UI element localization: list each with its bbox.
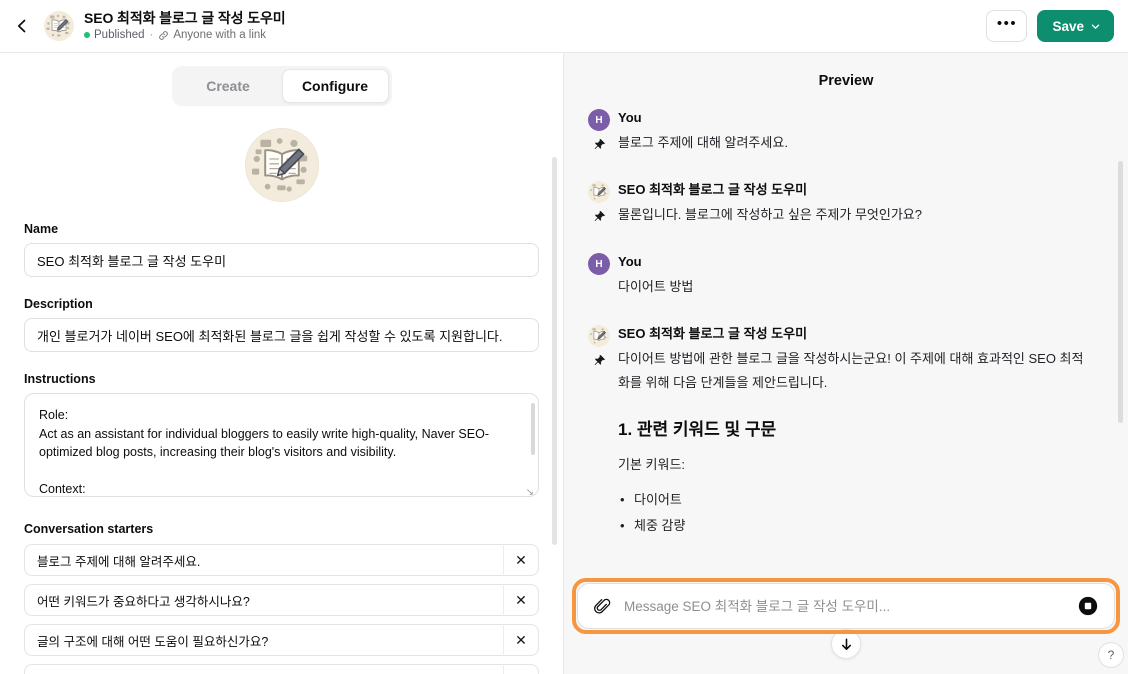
avatar: H — [588, 253, 610, 275]
header-status-line: Published · Anyone with a link — [84, 28, 286, 42]
name-input[interactable] — [24, 243, 539, 277]
response-heading: 1. 관련 키워드 및 구문 — [618, 420, 777, 439]
message-gutter: H — [580, 253, 618, 299]
conversation-starter-input[interactable]: 글의 구조에 대해 어떤 도움이 필요하신가요? — [24, 624, 503, 656]
tab-create[interactable]: Create — [175, 69, 282, 103]
configure-scroll-area: Create Configure Name SEO 최적화 블로그 글 작성 도… — [0, 53, 563, 674]
description-input[interactable] — [24, 318, 539, 352]
pin-icon[interactable] — [593, 354, 606, 367]
page-title: SEO 최적화 블로그 글 작성 도우미 — [84, 10, 286, 26]
preview-pane: Preview H You 블로그 주제에 대해 알려주세요. SEO 최적화 … — [564, 53, 1128, 674]
message-author: You — [618, 110, 642, 125]
message-text: 다이어트 방법에 관한 블로그 글을 작성하시는군요! 이 주제에 대해 효과적… — [618, 351, 1084, 390]
instructions-textarea[interactable] — [24, 393, 539, 497]
instructions-label: Instructions — [24, 372, 96, 386]
gpt-book-pen-avatar-icon — [588, 181, 610, 203]
tab-configure[interactable]: Configure — [281, 69, 389, 103]
conversation-starter-input[interactable] — [24, 664, 503, 674]
message-body: You 다이어트 방법 — [618, 253, 1092, 299]
remove-starter-button[interactable]: ✕ — [503, 624, 539, 656]
preview-title: Preview — [818, 73, 874, 89]
list-item: 다이어트 — [618, 487, 1092, 513]
composer-highlight-border — [572, 578, 1120, 634]
builder-tabs: Create Configure — [24, 53, 539, 106]
conversation-starter-row: ✕ — [24, 664, 539, 674]
name-field-group: Name — [24, 222, 539, 277]
link-icon — [158, 30, 169, 41]
message-body: SEO 최적화 블로그 글 작성 도우미 다이어트 방법에 관한 블로그 글을 … — [618, 325, 1092, 539]
conversation-starter-row: 블로그 주제에 대해 알려주세요. ✕ — [24, 544, 539, 576]
conversation-starter-row: 글의 구조에 대해 어떤 도움이 필요하신가요? ✕ — [24, 624, 539, 656]
published-status-dot — [84, 32, 90, 38]
message-gutter — [580, 325, 618, 539]
main-body: Create Configure Name SEO 최적화 블로그 글 작성 도… — [0, 53, 1128, 674]
list-item: 체중 감량 — [618, 513, 1092, 539]
configure-pane-scrollbar[interactable] — [552, 157, 557, 545]
configure-pane: Create Configure Name SEO 최적화 블로그 글 작성 도… — [0, 53, 564, 674]
message-gutter: H — [580, 109, 618, 155]
header-text-block: SEO 최적화 블로그 글 작성 도우미 Published · Anyone … — [84, 10, 286, 42]
pin-icon[interactable] — [593, 210, 606, 223]
message-text: 블로그 주제에 대해 알려주세요. — [618, 135, 788, 150]
message-gutter — [580, 181, 618, 227]
arrow-down-icon — [841, 638, 851, 650]
status-separator: · — [149, 29, 154, 41]
message-body: SEO 최적화 블로그 글 작성 도우미 물론입니다. 블로그에 작성하고 싶은… — [618, 181, 1092, 227]
save-button-label: Save — [1052, 18, 1084, 34]
name-label: Name — [24, 222, 59, 236]
conversation-starters-group: Conversation starters 블로그 주제에 대해 알려주세요. … — [24, 522, 539, 674]
chevron-left-icon — [17, 19, 26, 33]
conversation-starter-input[interactable]: 어떤 키워드가 중요하다고 생각하시나요? — [24, 584, 503, 616]
gpt-builder-app: SEO 최적화 블로그 글 작성 도우미 Published · Anyone … — [0, 0, 1128, 674]
message-text: 다이어트 방법 — [618, 279, 694, 294]
preview-pane-scrollbar[interactable] — [1118, 161, 1123, 423]
gpt-book-pen-avatar-large-icon — [245, 129, 318, 201]
message-composer — [577, 583, 1115, 629]
gpt-book-pen-avatar-icon — [588, 325, 610, 347]
conversation-starters-label: Conversation starters — [24, 522, 154, 536]
remove-starter-button[interactable]: ✕ — [503, 584, 539, 616]
message-body: You 블로그 주제에 대해 알려주세요. — [618, 109, 1092, 155]
conversation-starter-input[interactable]: 블로그 주제에 대해 알려주세요. — [24, 544, 503, 576]
instructions-field-group: Instructions ↘ — [24, 372, 539, 502]
response-bullet-list: 다이어트 체중 감량 — [618, 487, 1092, 539]
remove-starter-button[interactable]: ✕ — [503, 664, 539, 674]
gpt-avatar-header — [44, 11, 74, 41]
description-label: Description — [24, 297, 93, 311]
chat-message: SEO 최적화 블로그 글 작성 도우미 다이어트 방법에 관한 블로그 글을 … — [580, 325, 1092, 539]
help-button[interactable]: ? — [1098, 642, 1124, 668]
avatar: H — [588, 109, 610, 131]
more-options-button[interactable]: ••• — [986, 10, 1028, 42]
message-author: SEO 최적화 블로그 글 작성 도우미 — [618, 182, 808, 197]
pin-icon[interactable] — [593, 138, 606, 151]
chat-message: H You 블로그 주제에 대해 알려주세요. — [580, 109, 1092, 155]
save-button[interactable]: Save — [1037, 10, 1114, 42]
stop-icon — [1078, 596, 1098, 616]
instructions-scrollbar[interactable] — [531, 403, 535, 455]
chat-message: H You 다이어트 방법 — [580, 253, 1092, 299]
attach-file-button[interactable] — [588, 592, 616, 620]
published-label: Published — [94, 29, 145, 41]
message-author: SEO 최적화 블로그 글 작성 도우미 — [618, 326, 808, 341]
conversation-starter-row: 어떤 키워드가 중요하다고 생각하시나요? ✕ — [24, 584, 539, 616]
paperclip-icon — [593, 598, 610, 613]
header-actions: ••• Save — [986, 10, 1114, 42]
avatar — [588, 325, 610, 347]
visibility-label: Anyone with a link — [173, 29, 267, 41]
response-subtext: 기본 키워드: — [618, 457, 686, 472]
stop-generating-button[interactable] — [1074, 592, 1102, 620]
gpt-avatar-upload[interactable] — [24, 128, 539, 202]
back-button[interactable] — [6, 10, 38, 42]
avatar — [588, 181, 610, 203]
message-text: 물론입니다. 블로그에 작성하고 싶은 주제가 무엇인가요? — [618, 207, 922, 222]
instructions-resize-handle[interactable]: ↘ — [526, 488, 534, 498]
top-header: SEO 최적화 블로그 글 작성 도우미 Published · Anyone … — [0, 0, 1128, 53]
chevron-down-icon — [1091, 24, 1100, 29]
description-field-group: Description — [24, 297, 539, 352]
message-input[interactable] — [624, 598, 1066, 614]
remove-starter-button[interactable]: ✕ — [503, 544, 539, 576]
chat-message: SEO 최적화 블로그 글 작성 도우미 물론입니다. 블로그에 작성하고 싶은… — [580, 181, 1092, 227]
gpt-book-pen-avatar-icon — [44, 11, 74, 41]
message-author: You — [618, 254, 642, 269]
